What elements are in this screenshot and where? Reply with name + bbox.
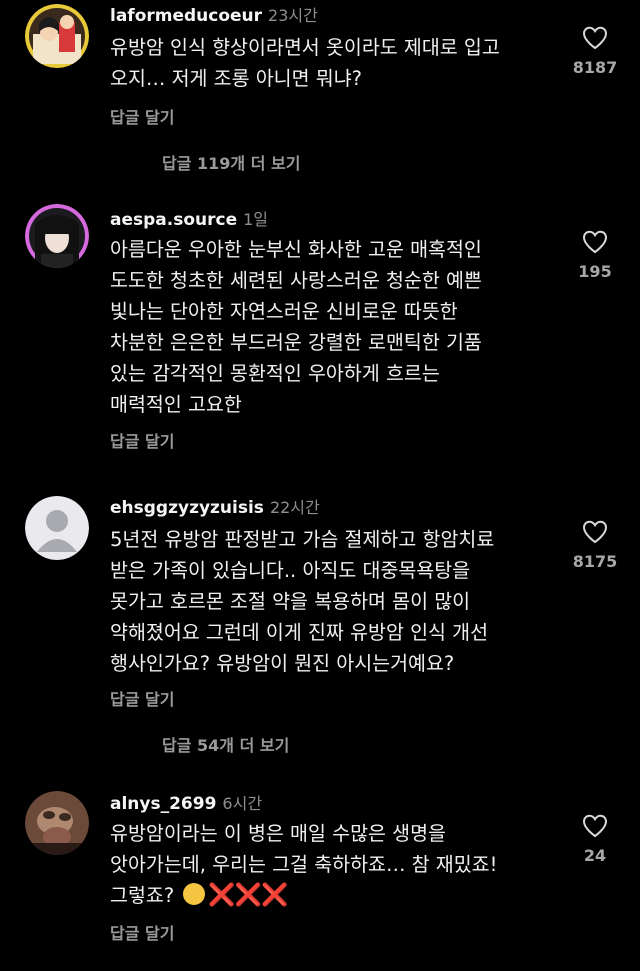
- comment-text: 유방암 인식 향상이라면서 옷이라도 제대로 입고 오지… 저게 조롱 아니면 …: [110, 32, 560, 94]
- comment-text: 아름다운 우아한 눈부신 화사한 고운 매혹적인 도도한 청초한 세련된 사랑스…: [110, 234, 560, 420]
- like-button[interactable]: 24: [570, 814, 620, 865]
- comment-text: 5년전 유방암 판정받고 가슴 절제하고 항암치료 받은 가족이 있습니다.. …: [110, 524, 560, 679]
- comment-line: 오지… 저게 조롱 아니면 뭐냐?: [110, 67, 362, 90]
- comment-header: alnys_2699 6시간: [110, 790, 262, 814]
- comment-line: 차분한 은은한 부드러운 강렬한 로맨틱한 기품: [110, 331, 482, 354]
- comment-header: aespa.source 1일: [110, 206, 268, 230]
- comment-line: 그렇죠?: [110, 884, 175, 907]
- comment-line: 매력적인 고요한: [110, 393, 242, 416]
- timestamp: 1일: [243, 210, 269, 229]
- reply-button[interactable]: 답글 달기: [110, 920, 174, 944]
- avatar[interactable]: [25, 204, 89, 268]
- comment-line: 빛나는 단아한 자연스러운 신비로운 따뜻한: [110, 300, 458, 323]
- comment-line: 행사인가요? 유방암이 뭔진 아시는거예요?: [110, 652, 455, 675]
- heart-icon[interactable]: [582, 520, 608, 544]
- username[interactable]: laformeducoeur: [110, 6, 262, 26]
- view-replies-button[interactable]: 답글 119개 더 보기: [110, 150, 300, 174]
- comment-line: 못가고 호르몬 조절 약을 복용하며 몸이 많이: [110, 590, 471, 613]
- cross-mark-icons: ❌❌❌: [208, 883, 288, 908]
- like-count: 8175: [572, 552, 618, 571]
- reply-button[interactable]: 답글 달기: [110, 104, 174, 128]
- comment-line: 유방암 인식 향상이라면서 옷이라도 제대로 입고: [110, 36, 500, 59]
- view-replies-label: 답글 54개 더 보기: [162, 736, 290, 755]
- comment-text: 유방암이라는 이 병은 매일 수많은 생명을 앗아가는데, 우리는 그걸 축하하…: [110, 818, 560, 911]
- username[interactable]: aespa.source: [110, 210, 237, 230]
- like-count: 195: [578, 262, 612, 281]
- like-button[interactable]: 195: [570, 230, 620, 281]
- heart-icon[interactable]: [582, 230, 608, 254]
- comment-header: laformeducoeur 23시간: [110, 2, 318, 26]
- comment-line: 아름다운 우아한 눈부신 화사한 고운 매혹적인: [110, 238, 482, 261]
- timestamp: 6시간: [222, 794, 263, 813]
- comment-header: ehsggzyzyzuisis 22시간: [110, 494, 320, 518]
- username[interactable]: ehsggzyzyzuisis: [110, 498, 264, 518]
- like-count: 24: [583, 846, 607, 865]
- avatar[interactable]: [25, 496, 89, 560]
- username[interactable]: alnys_2699: [110, 794, 216, 814]
- timestamp: 22시간: [269, 498, 320, 517]
- comment-line: 약해졌어요 그런데 이게 진짜 유방암 인식 개선: [110, 621, 489, 644]
- reply-button[interactable]: 답글 달기: [110, 428, 174, 452]
- comment-line: 있는 감각적인 몽환적인 우아하게 흐르는: [110, 362, 440, 385]
- comment-line: 앗아가는데, 우리는 그걸 축하하죠… 참 재밌죠!: [110, 853, 498, 876]
- comment-line: 유방암이라는 이 병은 매일 수많은 생명을: [110, 822, 446, 845]
- avatar[interactable]: [25, 791, 89, 855]
- comment-line: 도도한 청초한 세련된 사랑스러운 청순한 예쁜: [110, 269, 482, 292]
- comment-line: 5년전 유방암 판정받고 가슴 절제하고 항암치료: [110, 528, 495, 551]
- avatar[interactable]: [25, 4, 89, 68]
- like-button[interactable]: 8187: [570, 26, 620, 77]
- like-count: 8187: [572, 58, 618, 77]
- timestamp: 23시간: [268, 6, 318, 25]
- heart-icon[interactable]: [582, 26, 608, 50]
- view-replies-button[interactable]: 답글 54개 더 보기: [110, 732, 289, 756]
- like-button[interactable]: 8175: [570, 520, 620, 571]
- heart-icon[interactable]: [582, 814, 608, 838]
- reply-button[interactable]: 답글 달기: [110, 686, 174, 710]
- hugging-face-icon: [183, 883, 206, 905]
- comment-line-with-emoji: 그렇죠? ❌❌❌: [110, 880, 560, 911]
- view-replies-label: 답글 119개 더 보기: [162, 154, 301, 173]
- comment-line: 받은 가족이 있습니다.. 아직도 대중목욕탕을: [110, 559, 471, 582]
